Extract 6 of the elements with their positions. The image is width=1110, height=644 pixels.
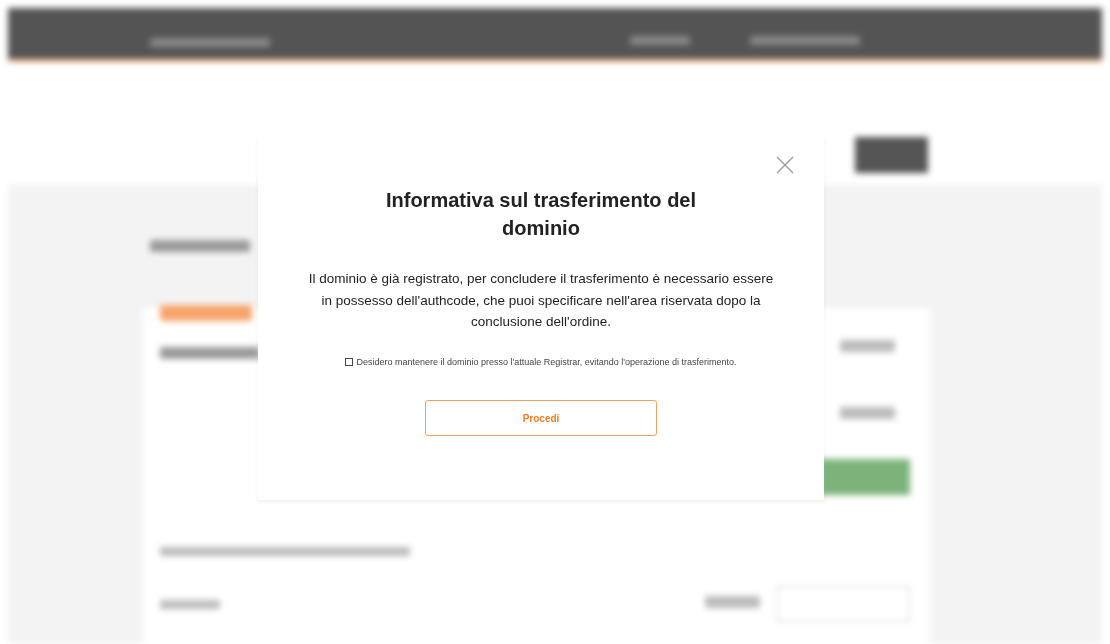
close-icon[interactable] — [776, 156, 794, 174]
modal-title: Informativa sul trasferimento del dominio — [384, 188, 698, 241]
checkbox[interactable] — [345, 357, 354, 366]
proceed-button[interactable]: Procedi — [425, 400, 657, 437]
checkbox-label: Desidero mantenere il dominio presso l'attuale Registrar, evitando l'operazione di trasferimento. — [356, 356, 737, 367]
modal-message: Il dominio è già registrato, per concludere il trasferimento è necessario essere in possesso dell'authcode, che puoi specificare nell'area riservata dopo la conclusione dell'ordine. — [308, 270, 774, 332]
